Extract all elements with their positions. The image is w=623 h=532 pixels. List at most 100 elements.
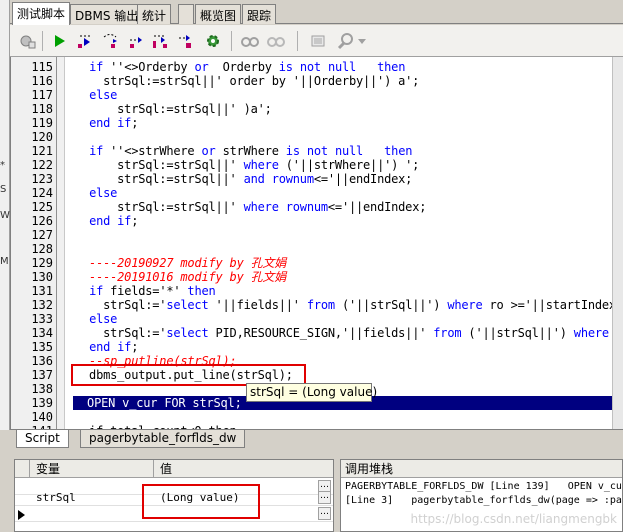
tab-trace[interactable]: 跟踪 (242, 4, 277, 24)
code-line[interactable]: --sp_putline(strSql); (75, 354, 237, 368)
code-line[interactable]: strSql:='select PID,RESOURCE_SIGN,'||fie… (75, 326, 623, 340)
line-number: 119 (31, 116, 53, 130)
tab-dbms-output[interactable]: DBMS 输出 (70, 4, 144, 24)
line-number: 135 (31, 340, 53, 354)
code-line[interactable]: strSql:=strSql||' and rownum<='||endInde… (75, 172, 412, 186)
code-line[interactable]: strSql:=strSql||' where rownum<='||endIn… (75, 200, 426, 214)
code-line[interactable]: strSql:='select '||fields||' from ('||st… (75, 298, 623, 312)
line-number: 129 (31, 256, 53, 270)
tab-blank[interactable] (178, 4, 194, 24)
line-number: 118 (31, 102, 53, 116)
watch-disabled-icon[interactable] (266, 31, 286, 51)
line-number: 130 (31, 270, 53, 284)
line-number-gutter: 115 116 117 118 119 120 121 122 123 124 125 126 127 1… (11, 57, 65, 429)
row-selector-header (15, 460, 30, 478)
value-edit-button[interactable]: … (318, 507, 331, 520)
watermark: https://blog.csdn.net/liangmengbk (410, 512, 617, 526)
tab-statistics[interactable]: 统计 (137, 4, 172, 24)
run-icon[interactable] (50, 31, 70, 51)
step-into-icon[interactable] (75, 31, 95, 51)
step-out-icon[interactable] (125, 31, 145, 51)
debug-gear-icon[interactable] (203, 31, 223, 51)
code-line[interactable]: if fields='*' then (75, 284, 216, 298)
line-number: 116 (31, 74, 53, 88)
code-line[interactable]: end if; (75, 214, 138, 228)
search-dropdown-icon[interactable] (356, 31, 368, 51)
editor-vertical-scrollbar[interactable] (612, 57, 623, 429)
code-line[interactable]: if ''<>strWhere or strWhere is not null … (75, 144, 412, 158)
code-line[interactable]: end if; (75, 340, 138, 354)
code-line[interactable]: else (75, 88, 117, 102)
call-stack-frame[interactable]: [Line 3] pagerbytable_forflds_dw(page =>… (345, 494, 622, 508)
side-panel-fragment: W (0, 210, 10, 221)
tab-procedure[interactable]: pagerbytable_forflds_dw (80, 430, 246, 448)
line-number: 124 (31, 186, 53, 200)
variable-row-new[interactable]: … (15, 506, 333, 522)
watch-icon[interactable] (240, 31, 260, 51)
value-tooltip: strSql = (Long value) (246, 383, 377, 402)
line-number: 134 (31, 326, 53, 340)
step-over-icon[interactable] (100, 31, 120, 51)
code-line[interactable]: if ''<>Orderby or Orderby is not null th… (75, 60, 405, 74)
code-line[interactable]: else (75, 186, 117, 200)
code-line[interactable]: else (75, 312, 117, 326)
line-number: 127 (31, 228, 53, 242)
line-number: 136 (31, 354, 53, 368)
image-icon[interactable] (308, 31, 328, 51)
variable-value[interactable] (154, 506, 314, 522)
call-stack-frame[interactable]: PAGERBYTABLE_FORFLDS_DW [Line 139] OPEN … (345, 480, 622, 494)
value-edit-button[interactable]: … (318, 491, 331, 504)
breakpoint-icon[interactable] (18, 31, 38, 51)
line-number: 126 (31, 214, 53, 228)
line-number: 133 (31, 312, 53, 326)
row-pointer-icon (18, 509, 26, 523)
line-number: 138 (31, 382, 53, 396)
code-line[interactable]: ----20191016 modify by 孔文娟 (75, 270, 286, 284)
code-line[interactable]: strSql:=strSql||' )a'; (75, 102, 272, 116)
variable-row[interactable]: strSql (Long value) … (15, 490, 333, 506)
code-area[interactable]: if ''<>Orderby or Orderby is not null th… (73, 57, 623, 429)
line-number: 132 (31, 298, 53, 312)
line-number: 139 (31, 396, 53, 410)
variable-name[interactable] (30, 506, 154, 522)
line-number: 128 (31, 242, 53, 256)
code-line[interactable]: end if; (75, 116, 138, 130)
line-number: 122 (31, 158, 53, 172)
top-tab-bar: 测试脚本 DBMS 输出 统计 概览图 跟踪 (10, 0, 623, 25)
variables-panel: 变量 值 … strSql (Long value) … … (14, 459, 334, 532)
line-number: 120 (31, 130, 53, 144)
code-line[interactable]: ----20190927 modify by 孔文娟 (75, 256, 286, 270)
variable-column-header[interactable]: 变量 (30, 460, 154, 478)
line-number: 140 (31, 410, 53, 424)
call-stack-title: 调用堆栈 (341, 460, 622, 478)
tab-script[interactable]: Script (16, 430, 69, 448)
side-panel-fragment: * (0, 160, 5, 171)
line-number: 125 (31, 200, 53, 214)
variable-value[interactable]: (Long value) (154, 490, 314, 506)
code-line[interactable]: strSql:=strSql||' where ('||strWhere||')… (75, 158, 419, 172)
code-line[interactable]: dbms_output.put_line(strSql); (75, 368, 293, 382)
variable-name[interactable]: strSql (30, 490, 154, 506)
line-number: 131 (31, 284, 53, 298)
fold-guide (56, 57, 57, 429)
line-number: 121 (31, 144, 53, 158)
toolbar-separator (42, 31, 43, 51)
side-panel-fragment: S (0, 184, 7, 195)
toolbar-separator (231, 31, 232, 51)
bottom-tab-bar: Script pagerbytable_forflds_dw (10, 429, 623, 450)
run-to-exception-icon[interactable] (150, 31, 170, 51)
run-to-end-icon[interactable] (175, 31, 195, 51)
side-panel-fragment: M (0, 256, 9, 267)
code-editor[interactable]: 115 116 117 118 119 120 121 122 123 124 125 126 127 1… (10, 57, 623, 429)
line-number: 115 (31, 60, 53, 74)
search-icon[interactable] (336, 31, 356, 51)
line-number: 123 (31, 172, 53, 186)
code-line[interactable]: strSql:=strSql||' order by '||Orderby||'… (75, 74, 419, 88)
toolbar-separator (297, 31, 298, 51)
side-panel-edge: * S W M (0, 0, 10, 430)
line-number: 117 (31, 88, 53, 102)
tab-test-script[interactable]: 测试脚本 (12, 2, 71, 25)
value-column-header[interactable]: 值 (154, 460, 335, 478)
tab-overview[interactable]: 概览图 (195, 4, 242, 24)
line-number: 137 (31, 368, 53, 382)
